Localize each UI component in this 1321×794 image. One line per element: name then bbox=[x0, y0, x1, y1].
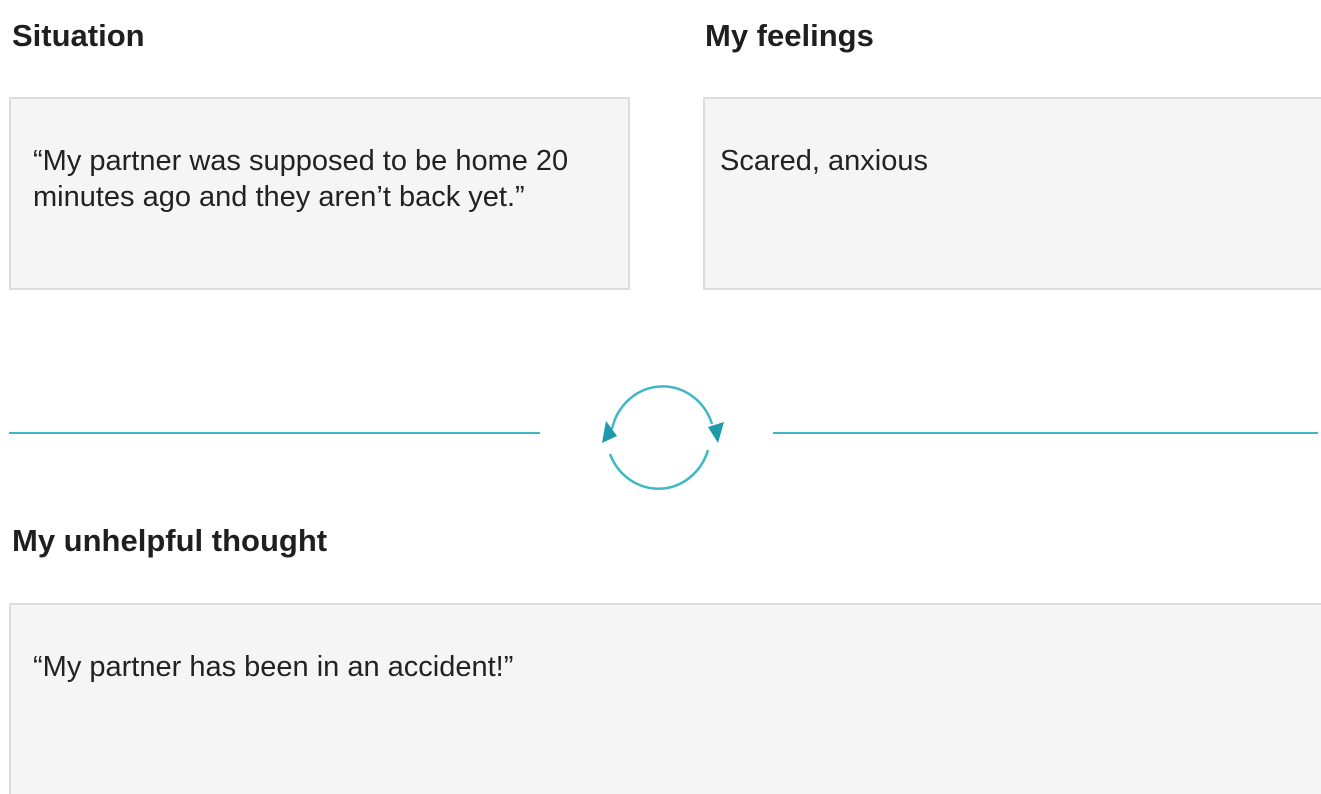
situation-text: “My partner was supposed to be home 20 m… bbox=[33, 145, 569, 213]
feelings-heading: My feelings bbox=[705, 18, 874, 53]
feelings-text: Scared, anxious bbox=[720, 145, 928, 177]
thought-heading: My unhelpful thought bbox=[12, 523, 328, 558]
cycle-arrowhead-right bbox=[708, 422, 724, 443]
cycle-arrows-icon bbox=[602, 385, 724, 490]
thought-text: “My partner has been in an accident!” bbox=[33, 651, 514, 683]
situation-heading: Situation bbox=[12, 18, 145, 53]
cycle-arrowhead-left bbox=[602, 421, 617, 443]
right-divider bbox=[773, 432, 1318, 434]
left-divider bbox=[9, 432, 540, 434]
feelings-box: Scared, anxious bbox=[703, 97, 1321, 290]
thought-box: “My partner has been in an accident!” bbox=[9, 603, 1321, 794]
situation-box: “My partner was supposed to be home 20 m… bbox=[9, 97, 630, 290]
cycle-arc-bottom bbox=[608, 449, 710, 490]
cycle-arc-top bbox=[610, 385, 714, 430]
